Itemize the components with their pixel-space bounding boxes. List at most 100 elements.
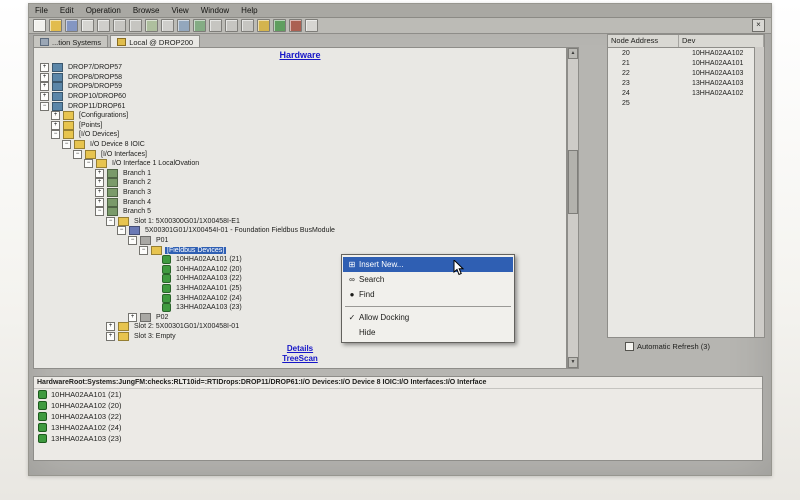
tree-item-label[interactable]: 10HHA02AA102 (20) bbox=[174, 266, 244, 273]
tree-item-label[interactable]: 5X00301G01/1X00454I-01 - Foundation Fiel… bbox=[143, 227, 337, 234]
menu-item[interactable]: Help bbox=[235, 6, 263, 15]
tree-item-label[interactable]: Branch 2 bbox=[121, 179, 153, 186]
list-view-icon[interactable] bbox=[225, 19, 238, 32]
tree-item[interactable]: DROP8/DROP58 bbox=[34, 73, 566, 83]
tree-item[interactable]: Branch 5 bbox=[34, 207, 566, 217]
table-row[interactable]: 24 13HHA02AA102 bbox=[608, 88, 764, 98]
find-icon[interactable] bbox=[177, 19, 190, 32]
list-item[interactable]: 10HHA02AA103 (22) bbox=[34, 411, 762, 422]
menu-item[interactable]: Operation bbox=[80, 6, 127, 15]
tree-item-label[interactable]: 10HHA02AA103 (22) bbox=[174, 275, 244, 282]
tree-item[interactable]: DROP9/DROP59 bbox=[34, 82, 566, 92]
expander-icon[interactable] bbox=[95, 207, 104, 216]
tree-item-label[interactable]: Slot 2: 5X00301G01/1X00458I-01 bbox=[132, 323, 241, 330]
expander-icon[interactable] bbox=[139, 246, 148, 255]
tree-item[interactable]: Branch 1 bbox=[34, 169, 566, 179]
tree-item[interactable]: Slot 1: 5X00300G01/1X00458I-E1 bbox=[34, 217, 566, 227]
menu-item[interactable]: Edit bbox=[54, 6, 80, 15]
help-icon[interactable] bbox=[305, 19, 318, 32]
preview-icon[interactable] bbox=[97, 19, 110, 32]
copy-icon[interactable] bbox=[129, 19, 142, 32]
expander-icon[interactable] bbox=[128, 313, 137, 322]
context-menu-item[interactable] bbox=[345, 302, 511, 307]
tree-item-label[interactable]: DROP9/DROP59 bbox=[66, 83, 124, 90]
scroll-down-icon[interactable] bbox=[568, 357, 578, 368]
close-pane-icon[interactable]: × bbox=[752, 19, 765, 32]
new-icon[interactable] bbox=[33, 19, 46, 32]
expander-icon[interactable] bbox=[73, 150, 82, 159]
tree-item-label[interactable]: DROP11/DROP61 bbox=[66, 103, 127, 110]
tree-item[interactable]: [Configurations] bbox=[34, 111, 566, 121]
details-link[interactable]: Details bbox=[34, 344, 566, 353]
tree-item-label[interactable]: I/O Interface 1 LocalOvation bbox=[110, 160, 201, 167]
expander-icon[interactable] bbox=[84, 159, 93, 168]
tree-item-label[interactable]: DROP7/DROP57 bbox=[66, 64, 124, 71]
context-menu-item[interactable]: ∞ Search bbox=[343, 272, 513, 287]
expander-icon[interactable] bbox=[95, 178, 104, 187]
expander-icon[interactable] bbox=[40, 63, 49, 72]
save-icon[interactable] bbox=[65, 19, 78, 32]
tree-item-label[interactable]: Slot 3: Empty bbox=[132, 333, 178, 340]
tree-item[interactable]: [I/O Interfaces] bbox=[34, 149, 566, 159]
tree-item-label[interactable]: [Points] bbox=[77, 122, 104, 129]
context-menu-item[interactable]: ⊞ Insert New... bbox=[343, 257, 513, 272]
tree-item-label[interactable]: DROP8/DROP58 bbox=[66, 74, 124, 81]
table-row[interactable]: 22 10HHA02AA103 bbox=[608, 68, 764, 78]
treescan-link[interactable]: TreeScan bbox=[34, 354, 566, 363]
list-item[interactable]: 10HHA02AA102 (20) bbox=[34, 400, 762, 411]
tree-item-label[interactable]: 13HHA02AA103 (23) bbox=[174, 304, 244, 311]
cut-icon[interactable] bbox=[113, 19, 126, 32]
expander-icon[interactable] bbox=[95, 188, 104, 197]
tree-item[interactable]: DROP7/DROP57 bbox=[34, 63, 566, 73]
tree-item-label[interactable]: [Configurations] bbox=[77, 112, 130, 119]
menu-item[interactable]: View bbox=[166, 6, 195, 15]
tree-item[interactable]: P01 bbox=[34, 236, 566, 246]
open-icon[interactable] bbox=[49, 19, 62, 32]
expander-icon[interactable] bbox=[106, 332, 115, 341]
tree-item[interactable]: I/O Device 8 IOIC bbox=[34, 140, 566, 150]
expander-icon[interactable] bbox=[40, 73, 49, 82]
list-item[interactable]: 13HHA02AA102 (24) bbox=[34, 422, 762, 433]
tree-item-label[interactable]: Branch 5 bbox=[121, 208, 153, 215]
alarm-icon[interactable] bbox=[257, 19, 270, 32]
tree-item[interactable]: Branch 4 bbox=[34, 197, 566, 207]
auto-refresh-checkbox[interactable] bbox=[625, 342, 634, 351]
tree-item[interactable]: 5X00301G01/1X00454I-01 - Foundation Fiel… bbox=[34, 226, 566, 236]
expander-icon[interactable] bbox=[106, 217, 115, 226]
expander-icon[interactable] bbox=[62, 140, 71, 149]
expander-icon[interactable] bbox=[40, 82, 49, 91]
scroll-up-icon[interactable] bbox=[568, 48, 578, 59]
tree-item-label[interactable]: [I/O Devices] bbox=[77, 131, 121, 138]
list-item[interactable]: 10HHA02AA101 (21) bbox=[34, 389, 762, 400]
expander-icon[interactable] bbox=[128, 236, 137, 245]
undo-icon[interactable] bbox=[161, 19, 174, 32]
expander-icon[interactable] bbox=[51, 130, 60, 139]
tree-item[interactable]: DROP10/DROP60 bbox=[34, 92, 566, 102]
table-row[interactable]: 23 13HHA02AA103 bbox=[608, 78, 764, 88]
tree-item[interactable]: I/O Interface 1 LocalOvation bbox=[34, 159, 566, 169]
tree-item-label[interactable]: Branch 4 bbox=[121, 199, 153, 206]
refresh-icon[interactable] bbox=[193, 19, 206, 32]
expander-icon[interactable] bbox=[51, 111, 60, 120]
context-menu-item[interactable]: Hide bbox=[343, 325, 513, 340]
table-row[interactable]: 25 bbox=[608, 98, 764, 108]
print-icon[interactable] bbox=[81, 19, 94, 32]
online-icon[interactable] bbox=[273, 19, 286, 32]
tree-item[interactable]: Branch 2 bbox=[34, 178, 566, 188]
scroll-thumb[interactable] bbox=[568, 150, 578, 214]
tree-item-label[interactable]: P01 bbox=[154, 237, 170, 244]
expander-icon[interactable] bbox=[51, 121, 60, 130]
expander-icon[interactable] bbox=[40, 102, 49, 111]
properties-icon[interactable] bbox=[209, 19, 222, 32]
tree-item-label[interactable]: DROP10/DROP60 bbox=[66, 93, 128, 100]
tree-item-label[interactable]: Slot 1: 5X00300G01/1X00458I-E1 bbox=[132, 218, 242, 225]
tree-view-icon[interactable] bbox=[241, 19, 254, 32]
node-table-scrollbar[interactable] bbox=[754, 47, 764, 337]
tree-item[interactable]: DROP11/DROP61 bbox=[34, 101, 566, 111]
menu-item[interactable]: File bbox=[29, 6, 54, 15]
tree-item[interactable]: [Points] bbox=[34, 121, 566, 131]
paste-icon[interactable] bbox=[145, 19, 158, 32]
expander-icon[interactable] bbox=[106, 322, 115, 331]
context-menu-item[interactable]: ● Find bbox=[343, 287, 513, 302]
expander-icon[interactable] bbox=[117, 226, 126, 235]
